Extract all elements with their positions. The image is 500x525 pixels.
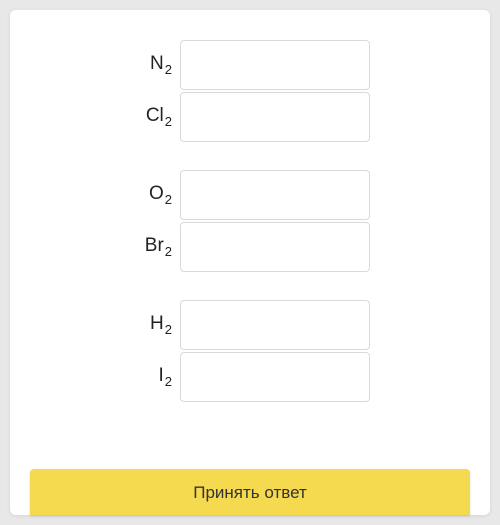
- pairs-area: N2 Cl2 O2 Br2: [30, 40, 470, 490]
- answer-input[interactable]: [180, 170, 370, 220]
- formula-label: Cl2: [130, 105, 180, 129]
- answer-input[interactable]: [180, 92, 370, 142]
- exercise-card: N2 Cl2 O2 Br2: [10, 10, 490, 515]
- answer-input[interactable]: [180, 222, 370, 272]
- formula-label: Br2: [130, 235, 180, 259]
- input-row: N2: [30, 40, 470, 90]
- input-row: H2: [30, 300, 470, 350]
- formula-label: N2: [130, 53, 180, 77]
- formula-label: I2: [130, 365, 180, 389]
- input-row: Cl2: [30, 92, 470, 142]
- input-row: O2: [30, 170, 470, 220]
- input-row: Br2: [30, 222, 470, 272]
- answer-input[interactable]: [180, 40, 370, 90]
- submit-button[interactable]: Принять ответ: [30, 469, 470, 515]
- formula-label: H2: [130, 313, 180, 337]
- submit-label: Принять ответ: [193, 483, 307, 503]
- pair-group: H2 I2: [30, 300, 470, 402]
- pair-group: N2 Cl2: [30, 40, 470, 142]
- pair-group: O2 Br2: [30, 170, 470, 272]
- answer-input[interactable]: [180, 300, 370, 350]
- answer-input[interactable]: [180, 352, 370, 402]
- input-row: I2: [30, 352, 470, 402]
- formula-label: O2: [130, 183, 180, 207]
